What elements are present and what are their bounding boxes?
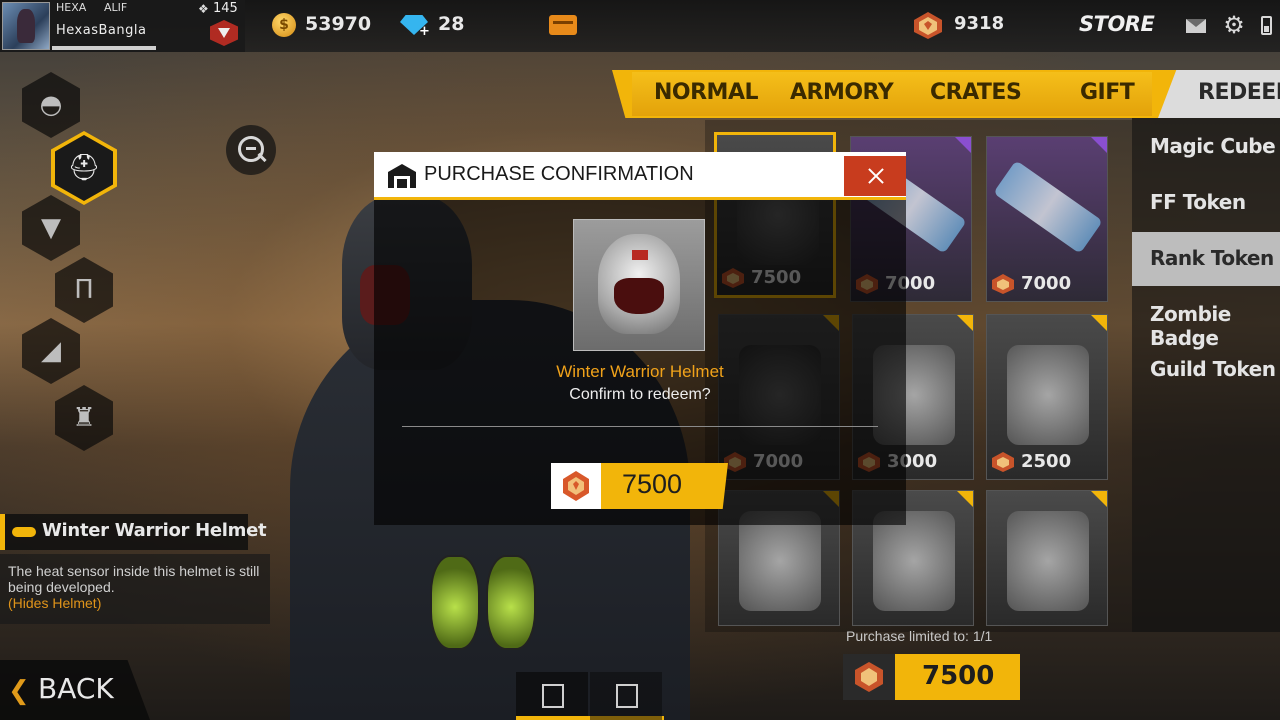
close-button[interactable]: [844, 156, 906, 196]
item-thumbnail: [873, 511, 955, 611]
item-thumbnail: [739, 511, 821, 611]
rank-token-icon: [992, 274, 1014, 294]
mail-icon[interactable]: [1186, 19, 1206, 33]
rarity-ribbon: [955, 137, 971, 153]
tab-armory[interactable]: ARMORY: [790, 80, 894, 105]
sub-item-guild-token[interactable]: Guild Token: [1150, 357, 1276, 381]
dialog-item-name: Winter Warrior Helmet: [556, 362, 724, 381]
token-balance: 9318: [954, 13, 1005, 34]
back-label[interactable]: BACK: [38, 672, 114, 705]
battery-icon: [1261, 16, 1272, 35]
paw-icon: ❖: [198, 2, 209, 16]
rank-badge-icon: [210, 20, 238, 46]
rarity-ribbon: [1091, 137, 1107, 153]
profile-panel[interactable]: HEXA ALIF HexasBangla ❖ 145: [0, 0, 245, 52]
profile-name: HexasBangla: [56, 23, 147, 38]
rank-token-icon: [563, 471, 589, 501]
xp-bar: [52, 46, 156, 50]
tab-redeem[interactable]: REDEEM: [1198, 80, 1280, 105]
add-diamond-icon[interactable]: +: [419, 24, 430, 39]
item-info-accent: [0, 514, 5, 550]
tab-normal[interactable]: NORMAL: [654, 80, 759, 105]
coin-icon: $: [272, 13, 296, 37]
dialog-title: PURCHASE CONFIRMATION: [424, 163, 694, 185]
level-box: ❖ 145: [198, 0, 244, 52]
shop-icon: [388, 164, 416, 188]
purchase-limit-text: Purchase limited to: 1/1: [846, 628, 993, 644]
item-thumbnail: [1007, 345, 1089, 445]
wardrobe-icon: [542, 684, 564, 708]
goggles-icon: [12, 527, 36, 537]
redeem-price[interactable]: 7500: [622, 469, 682, 500]
rarity-ribbon: [957, 315, 973, 331]
tab-crates[interactable]: CRATES: [930, 80, 1022, 105]
coin-balance: 53970: [305, 13, 372, 35]
gear-icon[interactable]: ⚙: [1222, 13, 1246, 37]
sub-item-rank-token[interactable]: Rank Token: [1150, 246, 1274, 270]
diamond-balance: 28: [438, 13, 465, 35]
canister: [486, 555, 536, 650]
dialog-item-thumbnail: [573, 219, 705, 351]
profile-tag-prefix: HEXA: [56, 1, 87, 14]
buy-button-price[interactable]: 7500: [922, 661, 994, 691]
sub-item-magic-cube[interactable]: Magic Cube: [1150, 134, 1276, 158]
item-card[interactable]: 7000: [986, 136, 1108, 302]
dialog-confirm-text: Confirm to redeem?: [569, 386, 711, 403]
dialog-header-accent: [374, 197, 906, 200]
bottom-tab-wardrobe[interactable]: [516, 672, 664, 720]
profile-tag-suffix: ALIF: [104, 1, 128, 14]
item-card[interactable]: [986, 490, 1108, 626]
zoom-out-button[interactable]: [226, 125, 276, 175]
item-thumbnail: [1007, 511, 1089, 611]
level-number: 145: [213, 1, 238, 16]
item-info-note: (Hides Helmet): [8, 595, 102, 611]
item-price-value: 2500: [1021, 451, 1072, 472]
sub-item-zombie-badge[interactable]: Zombie Badge: [1150, 302, 1280, 350]
rank-token-icon: [914, 12, 942, 39]
bottom-tab-outfit[interactable]: [590, 672, 662, 720]
rarity-ribbon: [1091, 491, 1107, 507]
item-price-value: 7000: [1021, 273, 1072, 294]
item-thumbnail: [993, 160, 1103, 254]
rank-token-icon: [855, 662, 883, 692]
helmet-visor: [614, 278, 664, 314]
item-card[interactable]: 2500: [986, 314, 1108, 480]
dialog-divider: [402, 426, 878, 427]
sub-item-ff-token[interactable]: FF Token: [1150, 190, 1246, 214]
membership-card-icon[interactable]: [549, 15, 577, 35]
redeem-icon-box[interactable]: [551, 463, 601, 509]
store-button[interactable]: STORE: [1079, 12, 1155, 36]
outfit-preview-icon: [616, 684, 638, 708]
chevron-left-icon[interactable]: ❮: [8, 676, 30, 706]
avatar[interactable]: [2, 2, 50, 50]
rarity-ribbon: [1091, 315, 1107, 331]
character-canisters: [430, 555, 540, 650]
item-info-description: The heat sensor inside this helmet is st…: [8, 563, 260, 595]
rank-token-icon: [992, 452, 1014, 472]
rarity-ribbon: [957, 491, 973, 507]
zoom-out-icon: [246, 147, 256, 150]
buy-button-icon-box: [843, 654, 895, 700]
canister: [430, 555, 480, 650]
helmet-emblem: [632, 250, 648, 260]
item-info-title: Winter Warrior Helmet: [42, 520, 267, 541]
tab-gift[interactable]: GIFT: [1080, 80, 1135, 105]
